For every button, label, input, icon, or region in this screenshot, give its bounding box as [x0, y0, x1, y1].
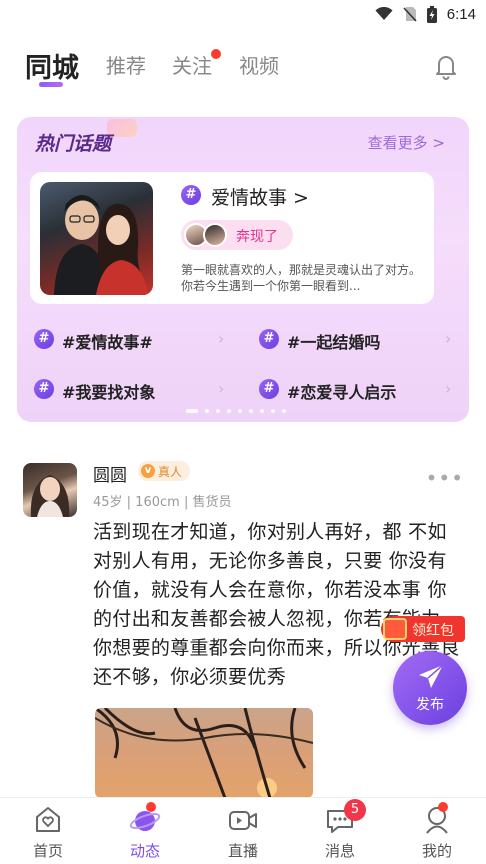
- tab-same-city[interactable]: 同城: [25, 46, 79, 85]
- status-bar: 6:14: [0, 0, 486, 28]
- clock: 6:14: [446, 5, 476, 23]
- red-envelope-icon: [383, 618, 407, 640]
- chevron-right-icon: ›: [218, 329, 225, 348]
- featured-topic[interactable]: # 爱情故事 > 奔现了 第一眼就喜欢的人，那就是灵魂认出了对方。你若今生遇到一…: [30, 172, 434, 304]
- featured-topic-title: 爱情故事 >: [211, 187, 309, 209]
- hashtag-icon: #: [259, 379, 279, 399]
- hashtag-icon: #: [259, 329, 279, 349]
- wifi-icon: [375, 7, 393, 21]
- bottom-navigation: 首页 动态 直播 5 消息 我的: [0, 797, 486, 864]
- real-person-badge-label: 真人: [158, 465, 183, 479]
- nav-messages-label: 消息: [324, 842, 355, 860]
- tab-video[interactable]: 视频: [239, 50, 279, 79]
- featured-topic-description: 第一眼就喜欢的人，那就是灵魂认出了对方。你若今生遇到一个你第一眼看到...: [181, 263, 422, 293]
- nav-home[interactable]: 首页: [8, 802, 88, 862]
- topic-item[interactable]: # #爱情故事#: [34, 328, 234, 352]
- carousel-dot: [282, 409, 286, 413]
- video-camera-icon: [227, 804, 259, 836]
- profile-notification-dot: [438, 802, 448, 812]
- top-tabs: 同城 推荐 关注 视频: [0, 44, 486, 94]
- nav-profile[interactable]: 我的: [397, 802, 477, 862]
- post-author-name[interactable]: 圆圆: [93, 461, 127, 486]
- tab-recommend[interactable]: 推荐: [106, 50, 146, 79]
- topic-item[interactable]: # #恋爱寻人启示: [259, 378, 449, 402]
- carousel-dot: [216, 409, 220, 413]
- topic-item-label: #爱情故事#: [62, 333, 153, 352]
- hashtag-icon: #: [181, 185, 201, 205]
- nav-home-label: 首页: [32, 842, 63, 860]
- chevron-right-icon: ›: [218, 379, 225, 398]
- hashtag-icon: #: [34, 329, 54, 349]
- planet-icon: [129, 804, 161, 836]
- nav-live-label: 直播: [227, 842, 258, 860]
- nav-feed[interactable]: 动态: [105, 802, 185, 862]
- no-sim-icon: [403, 6, 417, 22]
- home-heart-icon: [32, 804, 64, 836]
- hot-topics-card: 热门话题 查看更多 > # 爱情故事 > 奔现了 第一眼就喜欢的人，那就是灵魂认…: [17, 117, 469, 422]
- carousel-dot: [238, 409, 242, 413]
- paper-plane-icon: [417, 663, 445, 695]
- hashtag-icon: #: [34, 379, 54, 399]
- hot-topics-title: 热门话题: [35, 133, 112, 155]
- participants-pill: 奔现了: [181, 220, 293, 250]
- tab-follow[interactable]: 关注: [172, 50, 212, 79]
- participants-pill-label: 奔现了: [236, 229, 278, 245]
- red-packet-label: 领红包: [412, 623, 454, 639]
- chevron-right-icon: ›: [445, 379, 452, 398]
- topic-item[interactable]: # #一起结婚吗: [259, 328, 449, 352]
- red-packet-button[interactable]: 领红包: [381, 616, 465, 642]
- real-person-badge: v 真人: [138, 461, 190, 481]
- feed-notification-dot: [146, 802, 156, 812]
- featured-topic-image: [40, 182, 153, 295]
- profile-icon: [421, 804, 453, 836]
- nav-feed-label: 动态: [129, 842, 160, 860]
- topic-item-label: #一起结婚吗: [287, 333, 381, 352]
- follow-notification-dot: [211, 49, 221, 59]
- bell-icon[interactable]: [432, 52, 460, 84]
- nav-profile-label: 我的: [421, 842, 452, 860]
- post-author-meta: 45岁 | 160cm | 售货员: [93, 495, 232, 510]
- topic-item-label: #恋爱寻人启示: [287, 383, 397, 402]
- carousel-page-indicator: [186, 409, 286, 413]
- post-image[interactable]: [95, 708, 313, 798]
- publish-label: 发布: [416, 697, 444, 713]
- view-more-link[interactable]: 查看更多 >: [368, 132, 445, 153]
- carousel-dot: [260, 409, 264, 413]
- topic-item[interactable]: # #我要找对象: [34, 378, 234, 402]
- active-tab-indicator: [39, 82, 63, 87]
- topic-item-label: #我要找对象: [62, 383, 156, 402]
- carousel-dot: [186, 409, 198, 413]
- chevron-right-icon: ›: [445, 329, 452, 348]
- carousel-dot: [249, 409, 253, 413]
- title-decoration: [107, 119, 137, 137]
- publish-button[interactable]: 发布: [393, 651, 467, 725]
- nav-live[interactable]: 直播: [203, 802, 283, 862]
- battery-charging-icon: [426, 5, 437, 23]
- more-options-icon[interactable]: •••: [426, 466, 464, 490]
- participant-avatar: [203, 223, 227, 247]
- nav-messages[interactable]: 5 消息: [300, 799, 380, 862]
- carousel-dot: [205, 409, 209, 413]
- carousel-dot: [227, 409, 231, 413]
- post-author-avatar[interactable]: [23, 463, 77, 517]
- verified-icon: v: [141, 464, 155, 478]
- carousel-dot: [271, 409, 275, 413]
- unread-messages-badge: 5: [344, 799, 366, 821]
